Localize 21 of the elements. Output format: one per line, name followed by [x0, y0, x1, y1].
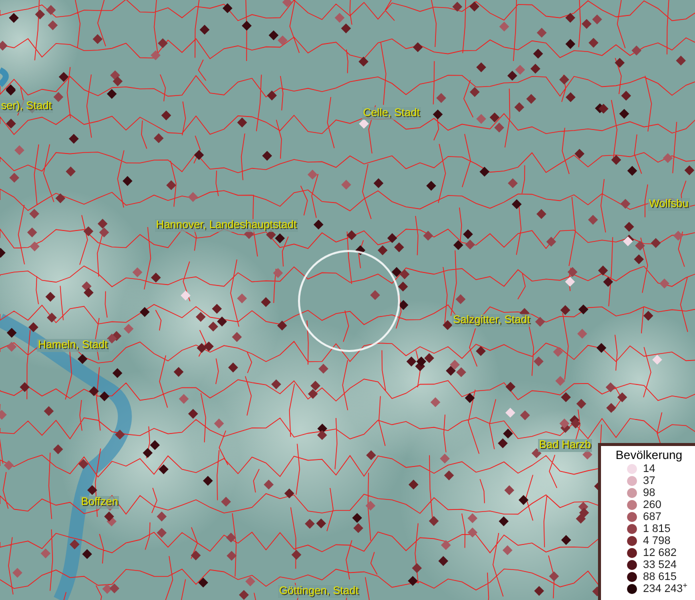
- place-label: Hameln, Stadt: [37, 339, 109, 352]
- place-label: Bad Harzb: [538, 439, 592, 452]
- legend-value: 33 524: [643, 559, 677, 571]
- legend-value: 234 243$^{+}$: [643, 583, 688, 595]
- legend-value: 98: [643, 487, 656, 499]
- legend-value: 687: [643, 511, 662, 523]
- legend-title: Bevölkerung: [614, 448, 684, 462]
- legend-value: 37: [643, 475, 656, 487]
- legend-value: 14: [643, 463, 656, 475]
- place-label: ser), Stadt: [0, 100, 53, 113]
- legend-value: 260: [643, 499, 662, 511]
- place-label: Boffzen: [80, 496, 120, 509]
- place-label: Göttingen, Stadt: [278, 585, 360, 598]
- place-label: Salzgitter, Stadt: [452, 314, 532, 327]
- place-label: Celle, Stadt: [362, 107, 421, 120]
- place-label: Wolfsbu: [648, 198, 690, 211]
- legend-value: 1 815: [643, 523, 671, 535]
- place-label: Hannover, Landeshauptstadt: [155, 219, 298, 232]
- legend-value: 12 682: [643, 547, 677, 559]
- legend-value: 4 798: [643, 535, 671, 547]
- legend-value: 88 615: [643, 571, 677, 583]
